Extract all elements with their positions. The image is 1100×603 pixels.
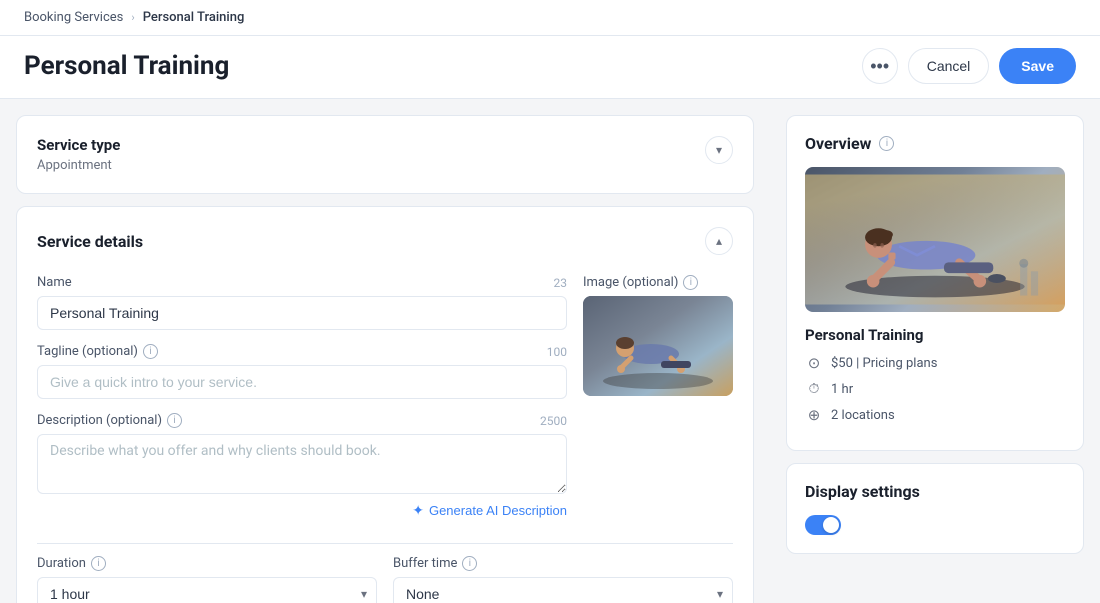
duration-label: Duration: [37, 556, 86, 571]
service-details-card: Service details ▴ Name 23: [16, 206, 754, 603]
service-type-collapse-button[interactable]: ▾: [705, 136, 733, 164]
description-label: Description (optional): [37, 413, 162, 428]
sparkle-icon: ✦: [412, 502, 424, 519]
image-section: Image (optional) i: [583, 275, 733, 527]
generate-ai-row: ✦ Generate AI Description: [37, 502, 567, 519]
name-group: Name 23 Tagline (optional) i 100: [37, 275, 567, 527]
more-button[interactable]: •••: [862, 48, 898, 84]
name-image-row: Name 23 Tagline (optional) i 100: [37, 275, 733, 527]
overview-duration-row: ⏱ 1 hr: [805, 380, 1065, 398]
description-counter: 2500: [540, 414, 567, 428]
tagline-info-icon[interactable]: i: [143, 344, 158, 359]
chevron-down-icon: ▾: [716, 143, 722, 157]
breadcrumb: Booking Services › Personal Training: [24, 10, 244, 25]
buffer-select[interactable]: None 5 minutes 10 minutes 15 minutes 30 …: [393, 577, 733, 603]
header-actions: ••• Cancel Save: [862, 48, 1076, 84]
duration-info-icon[interactable]: i: [91, 556, 106, 571]
divider: [37, 543, 733, 544]
overview-duration: 1 hr: [831, 382, 853, 397]
buffer-info-icon[interactable]: i: [462, 556, 477, 571]
service-details-title: Service details: [37, 232, 143, 251]
tagline-counter: 100: [547, 345, 567, 359]
tagline-label: Tagline (optional): [37, 344, 138, 359]
overview-header: Overview i: [805, 134, 1065, 153]
display-settings-title: Display settings: [805, 482, 1065, 501]
buffer-select-wrapper: None 5 minutes 10 minutes 15 minutes 30 …: [393, 577, 733, 603]
left-column: Service type Appointment ▾ Service detai…: [0, 99, 770, 603]
main-layout: Service type Appointment ▾ Service detai…: [0, 99, 1100, 603]
cancel-button[interactable]: Cancel: [908, 48, 990, 84]
page-title: Personal Training: [24, 51, 229, 81]
display-settings-card: Display settings: [786, 463, 1084, 554]
image-info-icon[interactable]: i: [683, 275, 698, 290]
duration-buffer-row: Duration i 1 hour 30 minutes 45 minutes …: [37, 556, 733, 603]
clock-icon: ⏱: [805, 380, 823, 398]
save-button[interactable]: Save: [999, 48, 1076, 84]
service-details-header: Service details ▴: [37, 227, 733, 255]
duration-select[interactable]: 1 hour 30 minutes 45 minutes 1.5 hours 2…: [37, 577, 377, 603]
tagline-label-row: Tagline (optional) i 100: [37, 344, 567, 359]
toggle-row: [805, 515, 1065, 535]
service-type-card: Service type Appointment ▾: [16, 115, 754, 194]
buffer-label-row: Buffer time i: [393, 556, 733, 571]
location-icon: ⊕: [805, 406, 823, 424]
topbar: Booking Services › Personal Training: [0, 0, 1100, 36]
service-type-value: Appointment: [37, 158, 120, 173]
breadcrumb-separator: ›: [131, 11, 134, 24]
page-header: Personal Training ••• Cancel Save: [0, 36, 1100, 99]
service-type-title: Service type: [37, 136, 120, 154]
service-type-info: Service type Appointment: [37, 136, 120, 173]
duration-group: Duration i 1 hour 30 minutes 45 minutes …: [37, 556, 377, 603]
chevron-up-icon: ▴: [716, 234, 722, 248]
breadcrumb-current: Personal Training: [143, 10, 245, 25]
name-label-row: Name 23: [37, 275, 567, 290]
overview-price: $50 | Pricing plans: [831, 356, 937, 371]
description-info-icon[interactable]: i: [167, 413, 182, 428]
right-column: Overview i: [770, 99, 1100, 603]
name-input[interactable]: [37, 296, 567, 330]
description-label-row: Description (optional) i 2500: [37, 413, 567, 428]
image-label-row: Image (optional) i: [583, 275, 733, 290]
service-image-thumbnail[interactable]: [583, 296, 733, 396]
dollar-icon: ⊙: [805, 354, 823, 372]
generate-ai-button[interactable]: ✦ Generate AI Description: [412, 502, 567, 519]
display-toggle[interactable]: [805, 515, 841, 535]
buffer-group: Buffer time i None 5 minutes 10 minutes …: [393, 556, 733, 603]
overview-info-icon[interactable]: i: [879, 136, 894, 151]
overview-service-name: Personal Training: [805, 326, 1065, 344]
service-details-collapse-button[interactable]: ▴: [705, 227, 733, 255]
breadcrumb-parent[interactable]: Booking Services: [24, 10, 123, 25]
overview-locations-row: ⊕ 2 locations: [805, 406, 1065, 424]
name-label: Name: [37, 275, 72, 290]
overview-title: Overview: [805, 134, 871, 153]
name-counter: 23: [554, 276, 568, 290]
overview-price-row: ⊙ $50 | Pricing plans: [805, 354, 1065, 372]
buffer-label: Buffer time: [393, 556, 457, 571]
overview-hero-image: [805, 167, 1065, 312]
description-textarea[interactable]: [37, 434, 567, 494]
tagline-input[interactable]: [37, 365, 567, 399]
overview-locations: 2 locations: [831, 408, 895, 423]
duration-select-wrapper: 1 hour 30 minutes 45 minutes 1.5 hours 2…: [37, 577, 377, 603]
toggle-thumb: [823, 517, 839, 533]
overview-card: Overview i: [786, 115, 1084, 451]
image-label: Image (optional): [583, 275, 678, 290]
duration-label-row: Duration i: [37, 556, 377, 571]
